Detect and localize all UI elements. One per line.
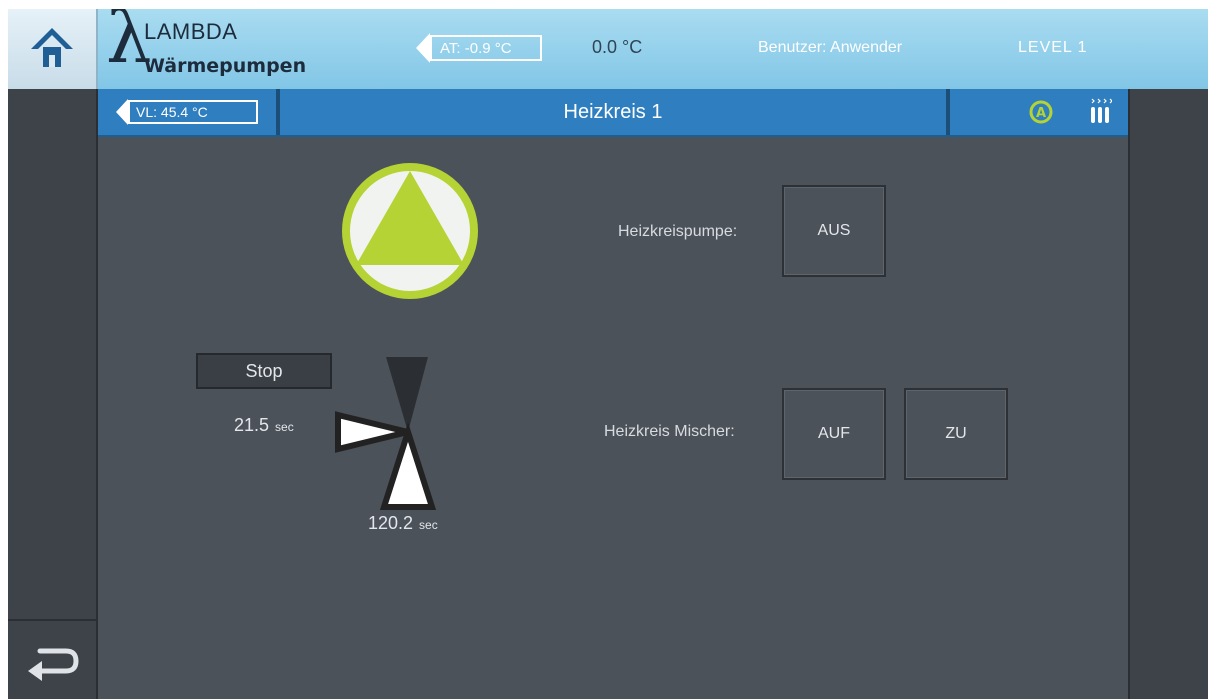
unit-label: sec: [275, 420, 294, 434]
mixing-valve-icon: [328, 347, 448, 517]
main-panel: Heizkreispumpe: AUS Stop 21.5 sec 120.2 se…: [98, 137, 1128, 699]
heating-icon[interactable]: [1088, 97, 1113, 130]
flow-temp-value: VL: 45.4 °C: [128, 100, 258, 124]
lambda-logo: λ LAMBDA Wärmepumpen: [98, 9, 398, 89]
title-bar: VL: 45.4 °C Heizkreis 1 A: [98, 89, 1128, 137]
top-bar: λ LAMBDA Wärmepumpen AT: -0.9 °C 0.0 °C …: [8, 9, 1208, 89]
left-arrow-icon: [416, 33, 430, 63]
left-sidebar: [8, 89, 98, 699]
flow-temp-indicator[interactable]: VL: 45.4 °C: [116, 99, 258, 125]
auto-mode-icon[interactable]: A: [1028, 99, 1054, 130]
outdoor-temp-indicator[interactable]: AT: -0.9 °C: [416, 33, 542, 63]
mixer-open-button[interactable]: AUF: [782, 388, 886, 480]
back-arrow-icon: [22, 637, 82, 686]
back-button[interactable]: [8, 619, 96, 699]
brand-subtitle: Wärmepumpen: [144, 55, 307, 77]
valve-left-time: 21.5 sec: [234, 415, 294, 436]
page-title: Heizkreis 1: [563, 100, 663, 123]
svg-text:A: A: [1036, 106, 1046, 121]
pump-label: Heizkreispumpe:: [618, 223, 738, 240]
user-label: Benutzer: Anwender: [758, 39, 903, 56]
valve-left-time-value: 21.5: [234, 415, 270, 435]
home-icon: [27, 23, 77, 76]
valve-bottom-time-value: 120.2: [368, 513, 414, 533]
mixer-close-button[interactable]: ZU: [904, 388, 1008, 480]
pump-icon: [342, 163, 478, 299]
home-button[interactable]: [8, 9, 98, 89]
mixer-label: Heizkreis Mischer:: [604, 423, 735, 440]
right-sidebar: [1128, 89, 1208, 699]
left-arrow-icon: [116, 99, 128, 125]
unit-label: sec: [419, 518, 438, 532]
level-label: LEVEL 1: [1018, 39, 1088, 56]
app-frame: λ LAMBDA Wärmepumpen AT: -0.9 °C 0.0 °C …: [8, 9, 1208, 699]
stop-button[interactable]: Stop: [196, 353, 332, 389]
outdoor-temp-value: AT: -0.9 °C: [430, 35, 542, 61]
secondary-temp: 0.0 °C: [592, 37, 643, 57]
divider: [946, 89, 950, 135]
brand-name: LAMBDA: [144, 19, 238, 44]
pump-off-button[interactable]: AUS: [782, 185, 886, 277]
valve-bottom-time: 120.2 sec: [368, 513, 438, 534]
